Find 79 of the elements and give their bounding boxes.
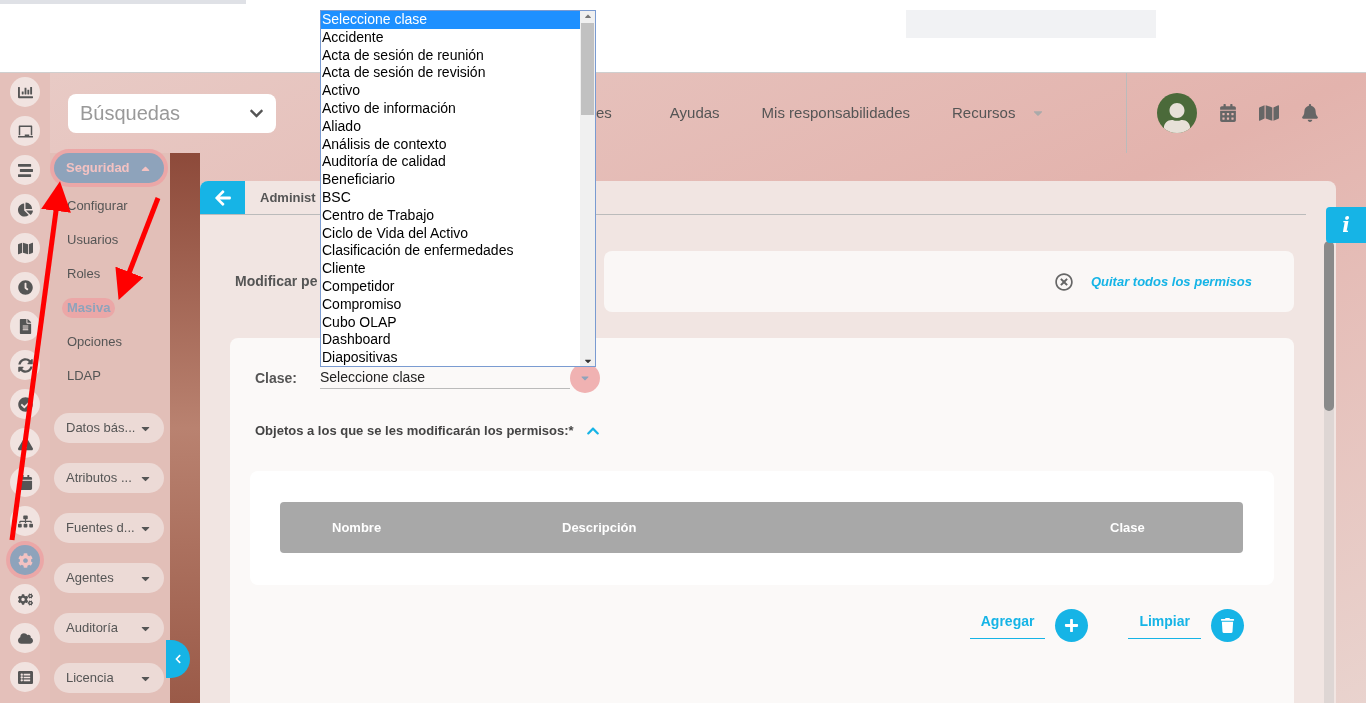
menu-link[interactable]: Opciones: [67, 332, 122, 352]
calendar-icon[interactable]: [1219, 104, 1237, 122]
nav-link[interactable]: Recursos: [952, 101, 1016, 125]
menu-group-button[interactable]: Auditoría: [54, 613, 164, 643]
dropdown-option[interactable]: Activo: [321, 82, 580, 100]
rail-button[interactable]: [10, 272, 40, 302]
column-header: Descripción: [562, 518, 638, 537]
clock-icon: [17, 279, 33, 295]
dropdown-option[interactable]: Ciclo de Vida del Activo: [321, 224, 580, 243]
section-label: Modificar pe: [235, 272, 318, 291]
map-icon[interactable]: [1259, 103, 1279, 123]
document-icon: [17, 318, 33, 334]
rail-button[interactable]: [10, 194, 40, 224]
person-silhouette-icon: [1162, 103, 1192, 133]
menu-link[interactable]: Usuarios: [67, 230, 119, 250]
bar-chart-icon: [17, 84, 33, 100]
trash-icon: [1220, 617, 1235, 633]
nav-link[interactable]: Ayudas: [669, 101, 720, 125]
scrollbar-thumb[interactable]: [581, 23, 594, 115]
cloud-icon: [17, 630, 33, 646]
nav-link[interactable]: Mis responsabilidades: [761, 101, 911, 125]
chevron-left-icon: [173, 654, 183, 664]
avatar[interactable]: [1157, 93, 1197, 133]
class-label: Clase:: [255, 368, 299, 388]
column-header: Nombre: [332, 518, 383, 537]
scrollbar-thumb[interactable]: [1324, 241, 1334, 411]
menu-group-button[interactable]: Agentes: [54, 563, 164, 593]
pie-chart-icon: [17, 201, 33, 217]
bell-icon[interactable]: [1301, 104, 1319, 122]
dropdown-option[interactable]: Accidente: [321, 28, 580, 47]
dropdown-option[interactable]: Cubo OLAP: [321, 313, 580, 332]
dropdown-option[interactable]: BSC: [321, 188, 580, 207]
dropdown-option[interactable]: Clasificación de enfermedades: [321, 242, 580, 261]
dropdown-option[interactable]: Cliente: [321, 260, 580, 278]
remove-icon[interactable]: [1054, 272, 1073, 291]
menu-link[interactable]: LDAP: [67, 366, 101, 386]
dropdown-option[interactable]: Diapositivas: [321, 349, 580, 367]
gears-icon: [17, 591, 33, 607]
dropdown-option[interactable]: Centro de Trabajo: [321, 206, 580, 225]
dropdown-option[interactable]: Activo de información: [321, 100, 580, 118]
arrow-left-icon: [213, 188, 232, 207]
dropdown-option[interactable]: Acta de sesión de reunión: [321, 46, 580, 65]
dropdown-option[interactable]: Compromiso: [321, 295, 580, 314]
menu-link[interactable]: Roles: [67, 264, 101, 284]
menu-group-button[interactable]: Licencia: [54, 663, 164, 693]
rail-button[interactable]: [10, 155, 40, 185]
rail-button[interactable]: [10, 233, 40, 263]
dropdown-option[interactable]: Análisis de contexto: [321, 135, 580, 154]
page-title: Administ: [260, 188, 316, 207]
sync-icon: [17, 357, 33, 373]
list-icon: [17, 669, 33, 685]
plus-icon: [1064, 617, 1080, 633]
menu-link[interactable]: Configurar: [67, 196, 128, 216]
rail-button[interactable]: [10, 584, 40, 614]
menu-group-button[interactable]: Atributos ...: [54, 463, 164, 493]
dropdown-option[interactable]: Auditoría de calidad: [321, 153, 580, 172]
check-icon: [17, 396, 33, 412]
dropdown-option[interactable]: Competidor: [321, 277, 580, 296]
hierarchy-icon: [17, 513, 33, 529]
dropdown-list[interactable]: [320, 10, 596, 367]
rail-button[interactable]: [10, 623, 40, 653]
dropdown-option[interactable]: Acta de sesión de revisión: [321, 64, 580, 83]
dropdown-option[interactable]: Seleccione clase: [321, 11, 580, 29]
menu-group-button[interactable]: Datos bás...: [54, 413, 164, 443]
objects-label: Objetos a los que se les modificarán los permisos:*: [255, 422, 574, 440]
rail-button[interactable]: [10, 662, 40, 692]
dropdown-option[interactable]: Aliado: [321, 117, 580, 136]
dropdown-option[interactable]: Beneficiario: [321, 171, 580, 189]
menu-group-button[interactable]: Fuentes d...: [54, 513, 164, 543]
column-header: Clase: [1110, 518, 1145, 537]
map-icon: [17, 240, 33, 256]
settings-icon: [17, 552, 33, 568]
presentation-icon: [17, 123, 33, 139]
nav-link[interactable]: es: [596, 101, 612, 125]
rail-button[interactable]: [10, 311, 40, 341]
rail-button[interactable]: [10, 77, 40, 107]
dropdown-option[interactable]: Dashboard: [321, 331, 580, 350]
lines-icon: [17, 162, 33, 178]
rail-button[interactable]: [10, 116, 40, 146]
